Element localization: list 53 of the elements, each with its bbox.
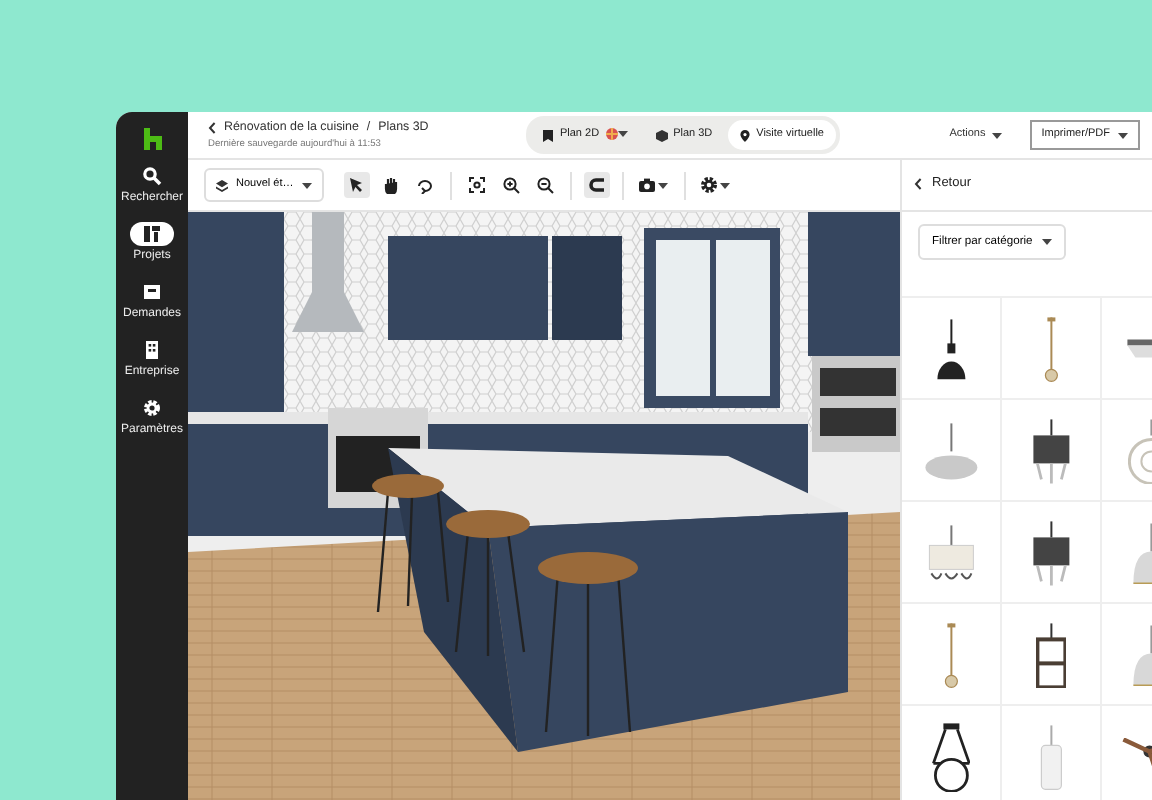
product-tile[interactable] (902, 298, 1002, 401)
light-fixture-drawing (927, 524, 975, 581)
tool-button[interactable] (697, 172, 734, 198)
light-fixture-drawing (943, 621, 959, 688)
caret-icon (301, 181, 312, 189)
caret-icon (720, 181, 731, 189)
product-tile[interactable] (902, 604, 1002, 707)
location-pin-icon (740, 129, 751, 141)
building-icon (141, 340, 162, 360)
light-fixture-drawing (1031, 417, 1071, 484)
tool-button[interactable] (531, 172, 558, 198)
product-tile[interactable] (902, 502, 1002, 605)
tool-button[interactable] (583, 172, 610, 198)
product-tile[interactable] (902, 400, 1002, 503)
product-tile[interactable] (1002, 502, 1102, 605)
light-fixture-drawing (931, 721, 971, 792)
product-tile[interactable] (1002, 298, 1102, 401)
projects-icon (142, 224, 162, 244)
logo-icon (143, 128, 161, 150)
tool-button[interactable] (497, 172, 524, 198)
cube-icon (655, 129, 668, 141)
ball-icon (605, 127, 618, 140)
inbox-icon (141, 282, 162, 302)
light-fixture-drawing (1039, 723, 1063, 790)
zoom-in-icon (501, 176, 520, 194)
product-tile[interactable] (1002, 400, 1102, 503)
caret-icon (991, 131, 1002, 139)
caret-icon (658, 181, 669, 189)
caret-icon (1117, 131, 1128, 139)
hand-icon (381, 176, 400, 194)
chevron-left-icon (208, 121, 216, 134)
gear-icon (700, 176, 719, 194)
fit-icon (467, 176, 486, 194)
search-icon (141, 166, 162, 186)
light-fixture-drawing (923, 421, 979, 480)
product-tile[interactable] (1002, 604, 1102, 707)
rotate-icon (415, 176, 434, 194)
light-fixture-drawing (1043, 315, 1059, 382)
pointer-icon (347, 176, 366, 194)
chevron-left-icon (914, 178, 922, 191)
tool-button[interactable] (463, 172, 490, 198)
caret-icon (617, 129, 628, 138)
zoom-out-icon (535, 176, 554, 194)
camera-icon (638, 176, 657, 194)
settings-icon (141, 398, 162, 418)
layers-icon (216, 179, 228, 191)
tool-button[interactable] (343, 172, 370, 198)
magnet-icon (587, 176, 606, 194)
flag-icon (541, 129, 554, 141)
light-fixture-drawing (935, 317, 967, 380)
light-fixture-drawing (1035, 621, 1067, 688)
caret-icon (1042, 237, 1053, 246)
light-fixture-drawing (1031, 519, 1071, 586)
